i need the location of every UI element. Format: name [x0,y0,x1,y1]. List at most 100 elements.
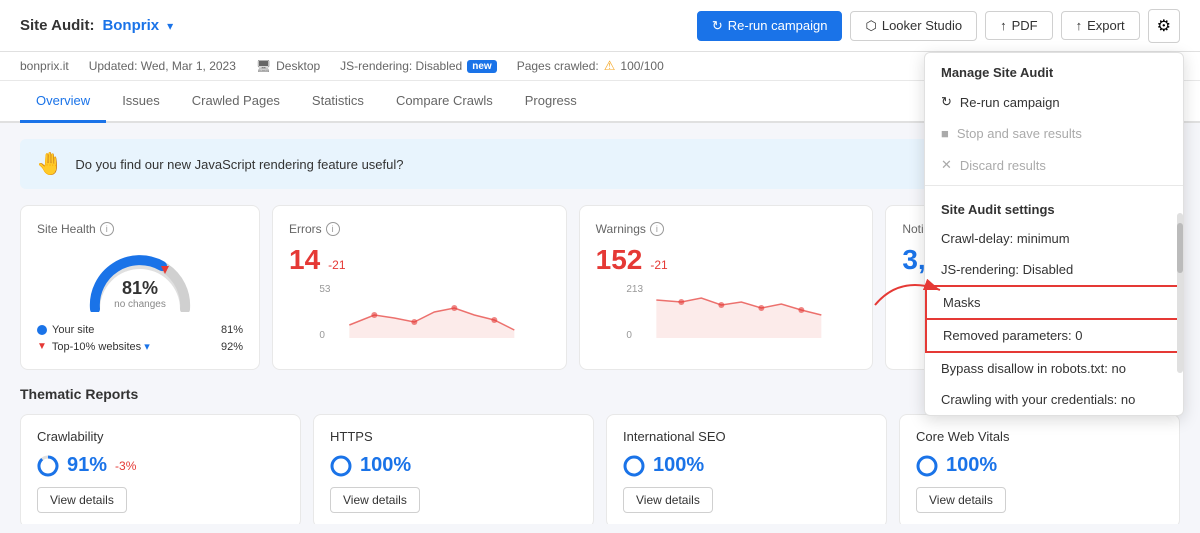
core-web-vitals-metric: 100% [916,454,1163,477]
js-rendering-item: JS-rendering: Disabled new [340,59,497,73]
warnings-value: 152 [596,244,643,276]
settings-gear-button[interactable]: ⚙ [1148,9,1180,43]
https-view-details-button[interactable]: View details [330,487,420,513]
intl-seo-title: International SEO [623,429,870,444]
svg-text:53: 53 [319,284,331,295]
legend-your-site: Your site 81% [37,324,243,336]
https-metric: 100% [330,454,577,477]
site-health-body: 81% no changes Your site 81% [37,244,243,353]
thematic-grid: Crawlability 91% -3% View details HTTPS [20,414,1180,524]
dropdown-removed-params-item[interactable]: Removed parameters: 0 [925,320,1183,353]
thematic-card-https: HTTPS 100% View details [313,414,594,524]
legend-top-sites: ▼ Top-10% websites ▾ 92% [37,340,243,353]
site-audit-label: Site Audit: [20,17,94,34]
core-web-vitals-circle-icon [916,455,938,477]
thematic-card-intl-seo: International SEO 100% View details [606,414,887,524]
warnings-number-row: 152 -21 [596,244,857,276]
core-web-vitals-title: Core Web Vitals [916,429,1163,444]
rerun-icon: ↻ [712,18,723,34]
dropdown-js-rendering-item[interactable]: JS-rendering: Disabled [925,254,1183,285]
site-name-dropdown-icon[interactable]: ▾ [167,19,173,33]
domain-item: bonprix.it [20,59,69,73]
banner-icon: 🤚 [36,151,63,177]
updated-item: Updated: Wed, Mar 1, 2023 [89,59,236,73]
js-rendering-text: JS-rendering: Disabled [340,59,462,73]
tab-issues[interactable]: Issues [106,81,176,123]
health-percentage: 81% [85,278,195,299]
tab-crawled-pages[interactable]: Crawled Pages [176,81,296,123]
device-item: 🖥 Desktop [256,59,320,73]
rerun-dropdown-icon: ↻ [941,94,952,110]
https-title: HTTPS [330,429,577,444]
dropdown-masks-item[interactable]: Masks [925,285,1183,320]
settings-dropdown-menu: Manage Site Audit ↻ Re-run campaign ■ St… [924,52,1184,416]
thematic-card-crawlability: Crawlability 91% -3% View details [20,414,301,524]
domain-text: bonprix.it [20,59,69,73]
dropdown-bypass-disallow-item[interactable]: Bypass disallow in robots.txt: no [925,353,1183,384]
site-health-legend: Your site 81% ▼ Top-10% websites ▾ 92% [37,324,243,353]
updated-text: Updated: Wed, Mar 1, 2023 [89,59,236,73]
core-web-vitals-view-details-button[interactable]: View details [916,487,1006,513]
dropdown-crawl-delay-item[interactable]: Crawl-delay: minimum [925,223,1183,254]
stop-icon: ■ [941,126,949,141]
export-button[interactable]: ↑ Export [1061,11,1140,40]
header-left: Site Audit: Bonprix ▾ [20,17,173,34]
pages-crawled-item: Pages crawled: ⚠ 100/100 [517,58,664,74]
svg-text:213: 213 [626,284,643,295]
errors-info-icon[interactable]: i [326,222,340,236]
thematic-card-core-web-vitals: Core Web Vitals 100% View details [899,414,1180,524]
header-right: ↻ Re-run campaign ⬡ Looker Studio ↑ PDF … [697,9,1180,43]
tab-statistics[interactable]: Statistics [296,81,380,123]
dropdown-stop-item: ■ Stop and save results [925,118,1183,149]
errors-card: Errors i 14 -21 53 0 [272,205,567,370]
intl-seo-circle-icon [623,455,645,477]
pdf-icon: ↑ [1000,18,1007,33]
tab-overview[interactable]: Overview [20,81,106,123]
export-icon: ↑ [1076,18,1083,33]
crawlability-change: -3% [115,459,136,473]
warnings-card: Warnings i 152 -21 213 0 [579,205,874,370]
crawlability-title: Crawlability [37,429,284,444]
looker-studio-button[interactable]: ⬡ Looker Studio [850,11,977,41]
your-site-dot [37,325,47,335]
discard-icon: ✕ [941,157,952,173]
settings-section-title: Site Audit settings [925,190,1183,223]
intl-seo-metric: 100% [623,454,870,477]
site-health-title: Site Health i [37,222,243,236]
tab-compare-crawls[interactable]: Compare Crawls [380,81,509,123]
warnings-sparkline: 213 0 [596,280,857,340]
svg-text:0: 0 [626,330,632,340]
warnings-title: Warnings i [596,222,857,236]
warning-icon: ⚠ [604,58,616,74]
errors-value: 14 [289,244,320,276]
tab-progress[interactable]: Progress [509,81,593,123]
site-name[interactable]: Bonprix [102,17,159,34]
dropdown-crawling-credentials-item[interactable]: Crawling with your credentials: no [925,384,1183,415]
errors-sparkline: 53 0 [289,280,550,340]
crawlability-circle-icon [37,455,59,477]
looker-icon: ⬡ [865,18,876,34]
gear-icon: ⚙ [1157,16,1171,36]
dropdown-rerun-item[interactable]: ↻ Re-run campaign [925,86,1183,118]
crawlability-metric: 91% -3% [37,454,284,477]
warnings-info-icon[interactable]: i [650,222,664,236]
rerun-campaign-button[interactable]: ↻ Re-run campaign [697,11,843,41]
pdf-button[interactable]: ↑ PDF [985,11,1053,40]
new-badge: new [467,60,496,73]
warnings-change: -21 [650,258,667,272]
dropdown-divider [925,185,1183,186]
top-sites-icon: ▼ [37,341,47,352]
errors-title: Errors i [289,222,550,236]
top-chevron-icon[interactable]: ▾ [144,340,150,353]
device-text: Desktop [276,59,320,73]
site-health-info-icon[interactable]: i [100,222,114,236]
desktop-icon: 🖥 [256,59,271,73]
health-sub: no changes [85,299,195,310]
banner-text: Do you find our new JavaScript rendering… [75,157,921,172]
errors-number-row: 14 -21 [289,244,550,276]
crawlability-view-details-button[interactable]: View details [37,487,127,513]
pages-crawled-label: Pages crawled: [517,59,599,73]
intl-seo-view-details-button[interactable]: View details [623,487,713,513]
site-health-card: Site Health i [20,205,260,370]
header: Site Audit: Bonprix ▾ ↻ Re-run campaign … [0,0,1200,52]
